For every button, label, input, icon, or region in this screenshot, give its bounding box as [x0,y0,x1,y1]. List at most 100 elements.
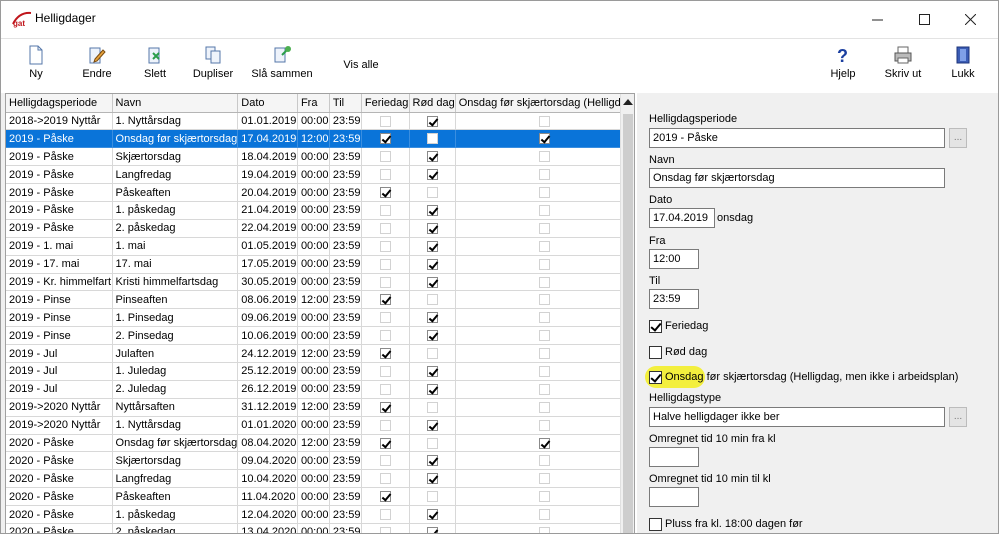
vertical-scrollbar[interactable] [620,94,634,533]
cell-rod-dag[interactable] [409,362,456,381]
table-row[interactable]: 2019 - Påske Onsdag før skjærtorsdag 17.04… [6,129,634,149]
cell-onsdag[interactable] [455,398,634,417]
cell-feriedag[interactable] [361,398,410,417]
cell-feriedag[interactable] [361,112,410,131]
cell-onsdag[interactable] [455,129,634,149]
cell-rod-dag[interactable] [409,147,456,167]
cell-feriedag[interactable] [361,344,410,363]
cell-rod-dag[interactable] [409,112,456,131]
cell-feriedag[interactable] [361,362,410,381]
col-header-feriedag[interactable]: Feriedag [361,94,410,113]
cell-rod-dag[interactable] [409,451,456,471]
table-row[interactable]: 2019 - Påske Skjærtorsdag 18.04.2019 00:00 2… [6,147,634,167]
cell-rod-dag[interactable] [409,290,456,310]
cell-rod-dag[interactable] [409,344,456,363]
dato-field[interactable]: 17.04.2019 [649,208,715,228]
minimize-button[interactable] [854,1,900,37]
pluss-checkbox[interactable]: Pluss fra kl. 18:00 dagen før [649,516,803,532]
table-row[interactable]: 2018->2019 Nyttår 1. Nyttårsdag 01.01.2019… [6,112,634,131]
col-header-til[interactable]: Til [329,94,362,113]
type-browse-button[interactable]: ... [949,407,967,427]
cell-onsdag[interactable] [455,183,634,202]
navn-field[interactable]: Onsdag før skjærtorsdag [649,168,945,188]
cell-rod-dag[interactable] [409,201,456,220]
cell-onsdag[interactable] [455,201,634,220]
table-row[interactable]: 2019 - Jul Julaften 24.12.2019 12:00 23:59 [6,344,634,363]
cell-feriedag[interactable] [361,523,410,533]
cell-onsdag[interactable] [455,237,634,256]
cell-rod-dag[interactable] [409,273,456,292]
lukk-button[interactable]: Lukk [947,45,979,89]
table-row[interactable]: 2019->2020 Nyttår 1. Nyttårsdag 01.01.2020… [6,416,634,435]
cell-onsdag[interactable] [455,165,634,185]
omregnet-til-field[interactable] [649,487,699,507]
cell-rod-dag[interactable] [409,398,456,417]
cell-rod-dag[interactable] [409,487,456,507]
cell-onsdag[interactable] [455,434,634,453]
cell-onsdag[interactable] [455,505,634,524]
cell-feriedag[interactable] [361,165,410,185]
cell-onsdag[interactable] [455,523,634,533]
cell-feriedag[interactable] [361,469,410,489]
cell-feriedag[interactable] [361,237,410,256]
table-row[interactable]: 2019 - Jul 1. Juledag 25.12.2019 00:00 23:59 [6,362,634,381]
col-header-dato[interactable]: Dato [237,94,298,113]
close-button[interactable] [947,1,993,37]
cell-onsdag[interactable] [455,487,634,507]
cell-rod-dag[interactable] [409,129,456,149]
cell-onsdag[interactable] [455,344,634,363]
ny-button[interactable]: Ny [19,45,53,89]
table-row[interactable]: 2019 - Påske Påskeaften 20.04.2019 00:00 23:… [6,183,634,202]
table-row[interactable]: 2019 - Pinse 2. Pinsedag 10.06.2019 00:00 23… [6,326,634,346]
cell-onsdag[interactable] [455,273,634,292]
periode-browse-button[interactable]: ... [949,128,967,148]
cell-feriedag[interactable] [361,255,410,274]
cell-feriedag[interactable] [361,380,410,399]
periode-field[interactable]: 2019 - Påske [649,128,945,148]
cell-onsdag[interactable] [455,112,634,131]
cell-feriedag[interactable] [361,451,410,471]
slett-button[interactable]: Slett [137,45,173,89]
cell-feriedag[interactable] [361,416,410,435]
table-row[interactable]: 2019 - Påske 2. påskedag 22.04.2019 00:00 23… [6,219,634,238]
omregnet-fra-field[interactable] [649,447,699,467]
cell-rod-dag[interactable] [409,165,456,185]
rod-dag-checkbox[interactable]: Rød dag [649,344,707,360]
dupliser-button[interactable]: Dupliser [191,45,235,89]
cell-feriedag[interactable] [361,434,410,453]
cell-rod-dag[interactable] [409,380,456,399]
cell-onsdag[interactable] [455,147,634,167]
table-row[interactable]: 2019 - Pinse Pinseaften 08.06.2019 12:00 23:… [6,290,634,310]
table-row[interactable]: 2020 - Påske Onsdag før skjærtorsdag 08.04… [6,434,634,453]
onsdag-checkbox[interactable]: Onsdag før skjærtorsdag (Helligdag, men … [649,369,958,385]
table-row[interactable]: 2020 - Påske 2. påskedag 13.04.2020 00:00 23… [6,523,634,533]
til-field[interactable]: 23:59 [649,289,699,309]
sla-sammen-button[interactable]: Slå sammen [251,45,313,89]
scroll-up-arrow-icon[interactable] [623,99,633,105]
col-header-fra[interactable]: Fra [297,94,330,113]
cell-rod-dag[interactable] [409,505,456,524]
cell-rod-dag[interactable] [409,219,456,238]
cell-feriedag[interactable] [361,147,410,167]
col-header-onsdag[interactable]: Onsdag før skjærtorsdag (Helligdag [455,94,634,113]
cell-onsdag[interactable] [455,290,634,310]
table-row[interactable]: 2019 - Påske 1. påskedag 21.04.2019 00:00 23… [6,201,634,220]
feriedag-checkbox[interactable]: Feriedag [649,318,708,334]
skriv-ut-button[interactable]: Skriv ut [881,45,925,89]
cell-rod-dag[interactable] [409,469,456,489]
cell-feriedag[interactable] [361,487,410,507]
cell-onsdag[interactable] [455,219,634,238]
endre-button[interactable]: Endre [75,45,119,89]
table-row[interactable]: 2019 - 1. mai 1. mai 01.05.2019 00:00 23:59 [6,237,634,256]
table-row[interactable]: 2020 - Påske Langfredag 10.04.2020 00:00 23:… [6,469,634,489]
cell-onsdag[interactable] [455,255,634,274]
hjelp-button[interactable]: ? Hjelp [827,45,859,89]
table-row[interactable]: 2019 - Jul 2. Juledag 26.12.2019 00:00 23:59 [6,380,634,399]
cell-rod-dag[interactable] [409,434,456,453]
cell-rod-dag[interactable] [409,255,456,274]
type-field[interactable]: Halve helligdager ikke ber [649,407,945,427]
cell-feriedag[interactable] [361,290,410,310]
cell-rod-dag[interactable] [409,523,456,533]
scrollbar-thumb[interactable] [623,114,633,533]
cell-feriedag[interactable] [361,129,410,149]
